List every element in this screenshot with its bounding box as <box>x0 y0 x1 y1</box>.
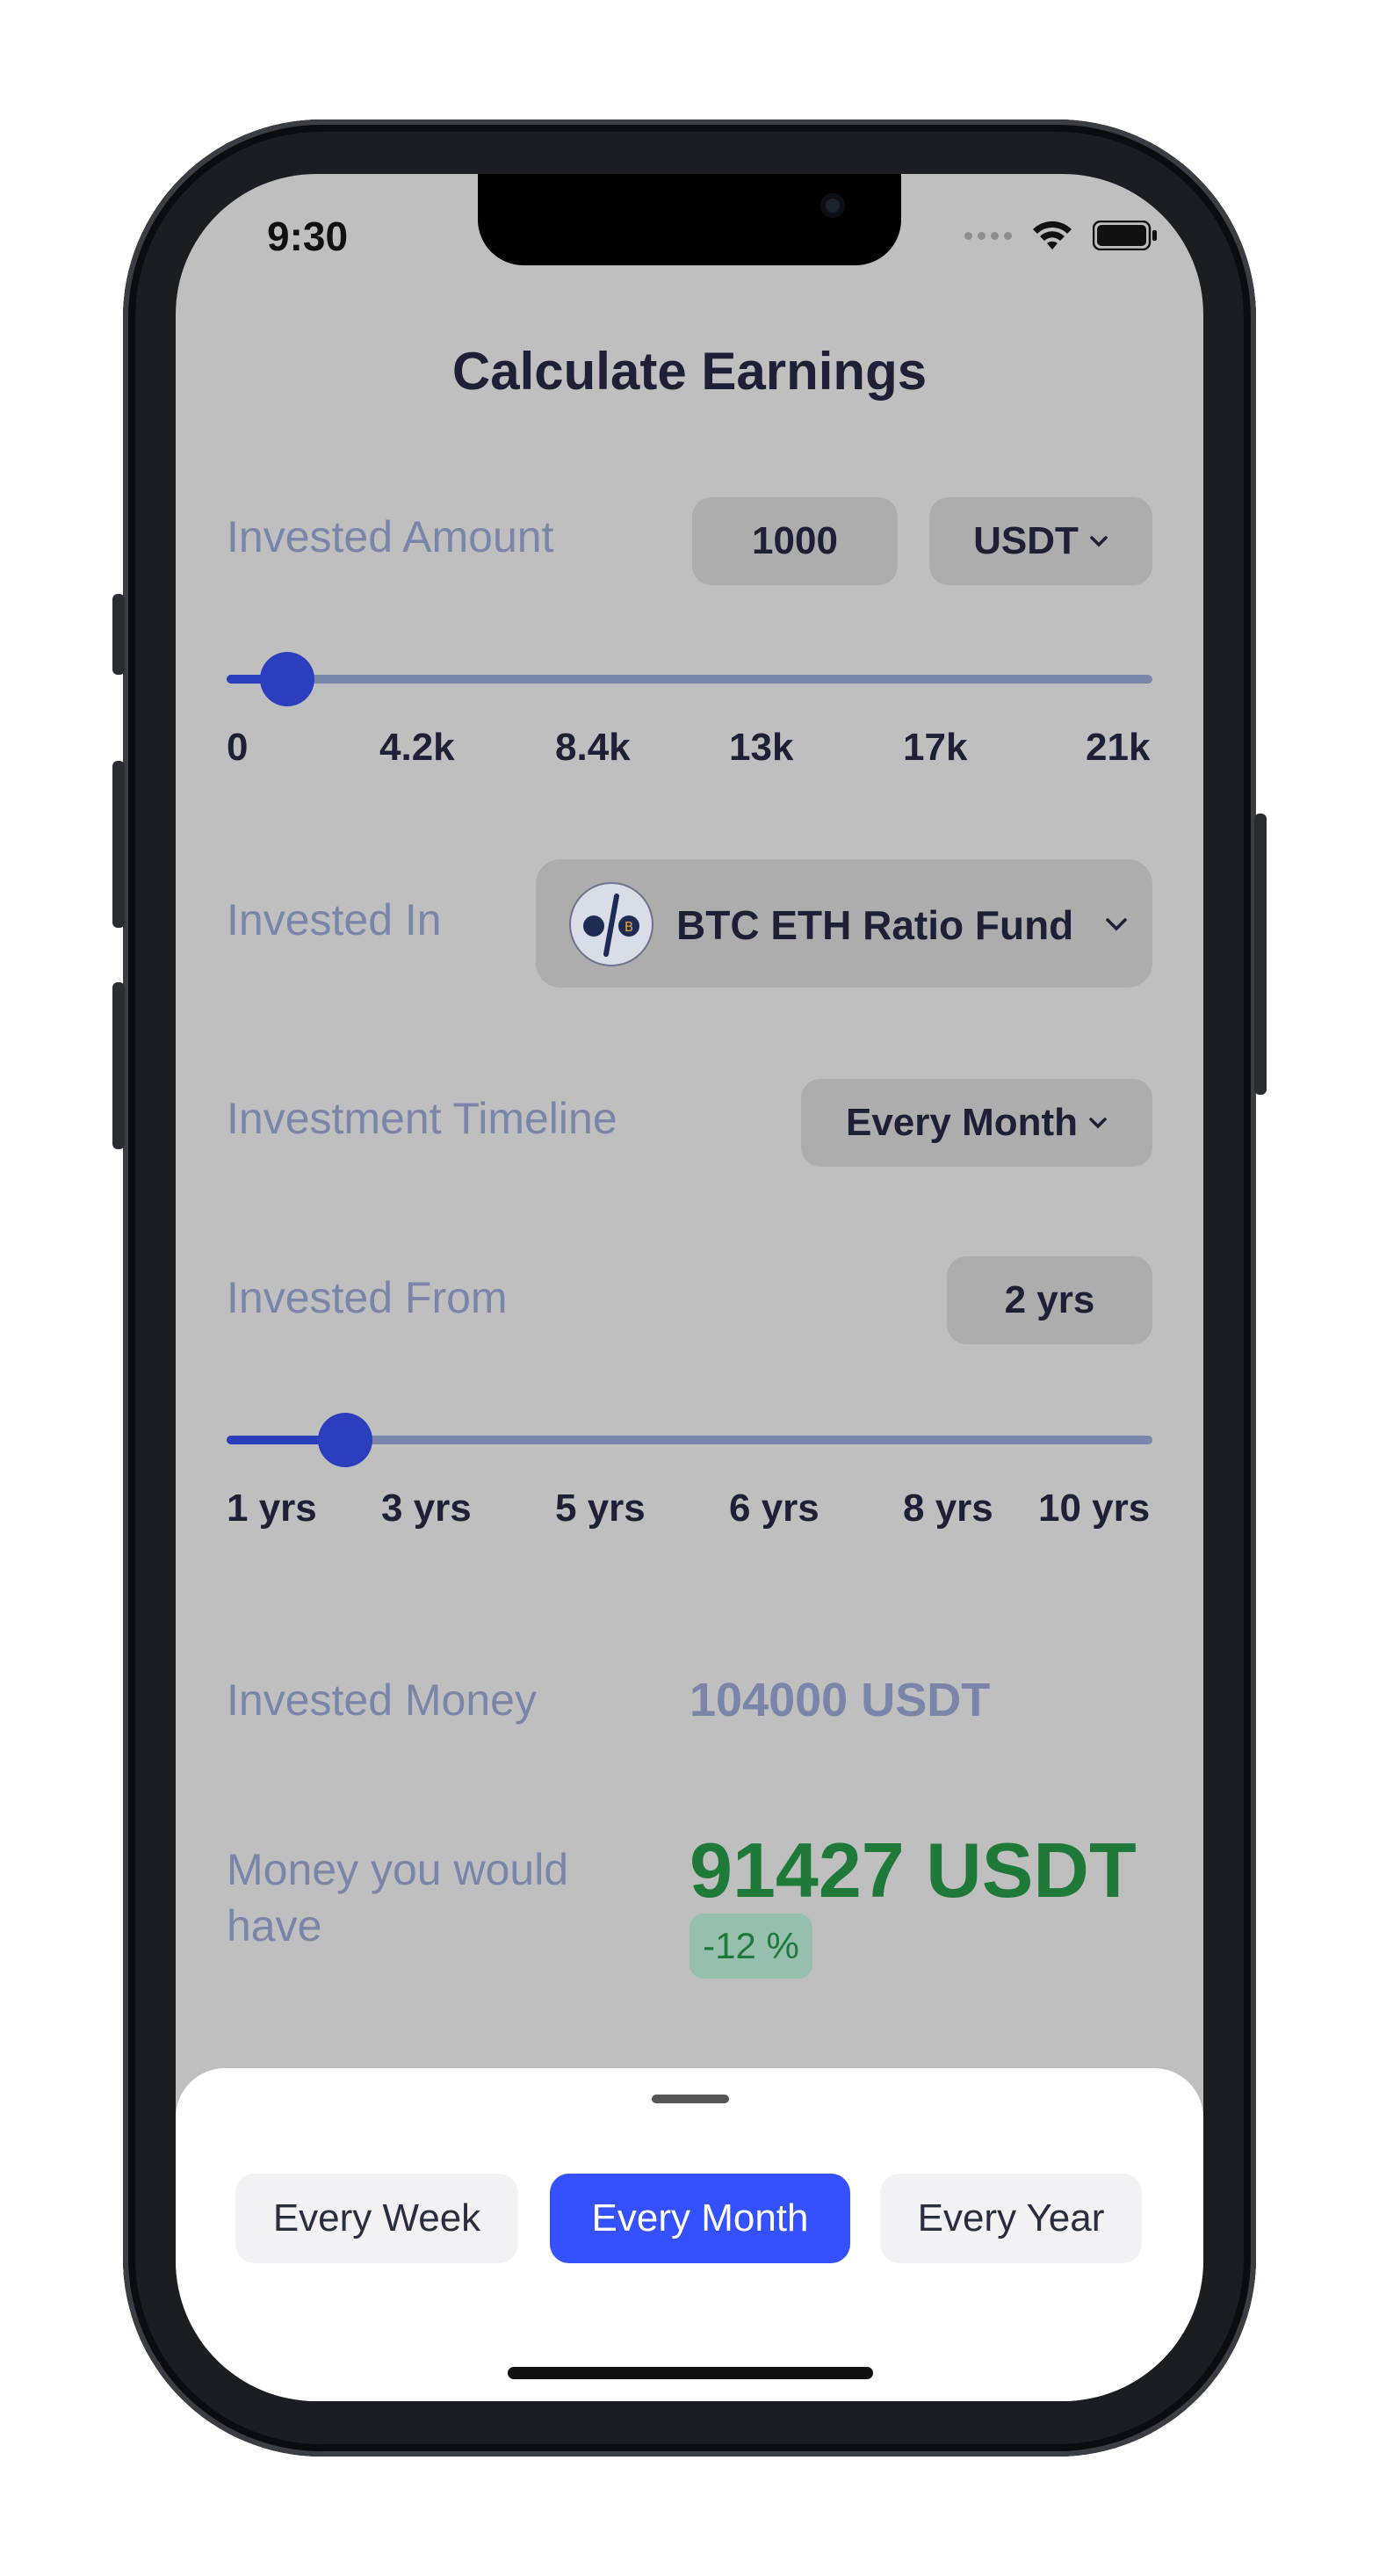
change-badge: -12 % <box>690 1914 812 1979</box>
duration-value: 2 yrs <box>1004 1278 1095 1321</box>
amount-value: 1000 <box>752 519 838 562</box>
invested-money-value: 104000 USDT <box>690 1674 991 1726</box>
home-indicator <box>508 2367 873 2379</box>
fund-name: BTC ETH Ratio Fund <box>676 902 1074 948</box>
amount-slider[interactable] <box>227 652 1152 706</box>
amount-tick: 13k <box>729 726 794 769</box>
battery-icon <box>1093 221 1157 250</box>
invested-in-label: Invested In <box>227 895 442 944</box>
option-every-month[interactable]: Every Month <box>550 2174 850 2263</box>
front-camera <box>820 193 845 218</box>
status-time: 9:30 <box>267 213 349 259</box>
timeline-dropdown[interactable]: Every Month <box>801 1079 1152 1167</box>
option-label: Every Week <box>272 2196 481 2240</box>
app-screen: 9:30 Calculate Earnings Invested Amount … <box>176 174 1203 2401</box>
notch <box>478 174 901 265</box>
duration-tick: 3 yrs <box>381 1487 472 1530</box>
duration-input[interactable]: 2 yrs <box>947 1256 1152 1344</box>
fund-logo-icon: B <box>569 882 653 966</box>
invested-from-label: Invested From <box>227 1273 508 1322</box>
volume-down-button <box>112 982 125 1149</box>
option-label: Every Year <box>917 2196 1105 2240</box>
power-button <box>1254 814 1267 1095</box>
mute-switch <box>112 594 125 675</box>
timeline-value: Every Month <box>845 1101 1079 1144</box>
option-every-year[interactable]: Every Year <box>880 2174 1142 2263</box>
amount-input[interactable]: 1000 <box>692 497 898 585</box>
duration-tick: 8 yrs <box>903 1487 993 1530</box>
invested-money-label: Invested Money <box>227 1675 537 1725</box>
duration-slider-fill <box>227 1436 329 1444</box>
duration-tick: 6 yrs <box>729 1487 819 1530</box>
currency-value: USDT <box>973 519 1079 562</box>
duration-tick: 1 yrs <box>227 1487 317 1530</box>
timeline-bottom-sheet: Every Week Every Month Every Year <box>176 2068 1203 2401</box>
svg-text:B: B <box>625 919 633 935</box>
investment-timeline-label: Investment Timeline <box>227 1094 617 1143</box>
status-icons <box>964 220 1158 251</box>
invested-amount-label: Invested Amount <box>227 512 554 561</box>
amount-slider-thumb[interactable] <box>259 652 314 706</box>
page-title: Calculate Earnings <box>451 342 928 401</box>
option-every-week[interactable]: Every Week <box>235 2174 518 2263</box>
chevron-down-icon <box>1090 536 1108 547</box>
duration-slider-thumb[interactable] <box>317 1413 372 1467</box>
amount-tick: 0 <box>227 726 249 769</box>
currency-dropdown[interactable]: USDT <box>929 497 1152 585</box>
change-percent: -12 % <box>703 1925 799 1966</box>
amount-tick: 4.2k <box>379 726 455 769</box>
amount-tick: 8.4k <box>555 726 631 769</box>
amount-tick: 21k <box>1086 726 1151 769</box>
duration-slider[interactable] <box>227 1413 1152 1467</box>
chevron-down-icon <box>1106 918 1127 931</box>
fund-dropdown[interactable]: B BTC ETH Ratio Fund <box>536 859 1152 988</box>
sheet-grabber[interactable] <box>652 2095 729 2103</box>
would-have-value: 91427 USDT <box>690 1827 1137 1914</box>
wifi-icon <box>1033 221 1072 250</box>
volume-up-button <box>112 761 125 928</box>
duration-tick: 5 yrs <box>555 1487 646 1530</box>
duration-tick: 10 yrs <box>1038 1487 1151 1530</box>
chevron-down-icon <box>1089 1118 1107 1129</box>
signal-icon <box>964 231 1012 240</box>
amount-tick: 17k <box>903 726 968 769</box>
would-have-label: Money you would have <box>227 1845 569 1950</box>
option-label: Every Month <box>591 2196 809 2240</box>
